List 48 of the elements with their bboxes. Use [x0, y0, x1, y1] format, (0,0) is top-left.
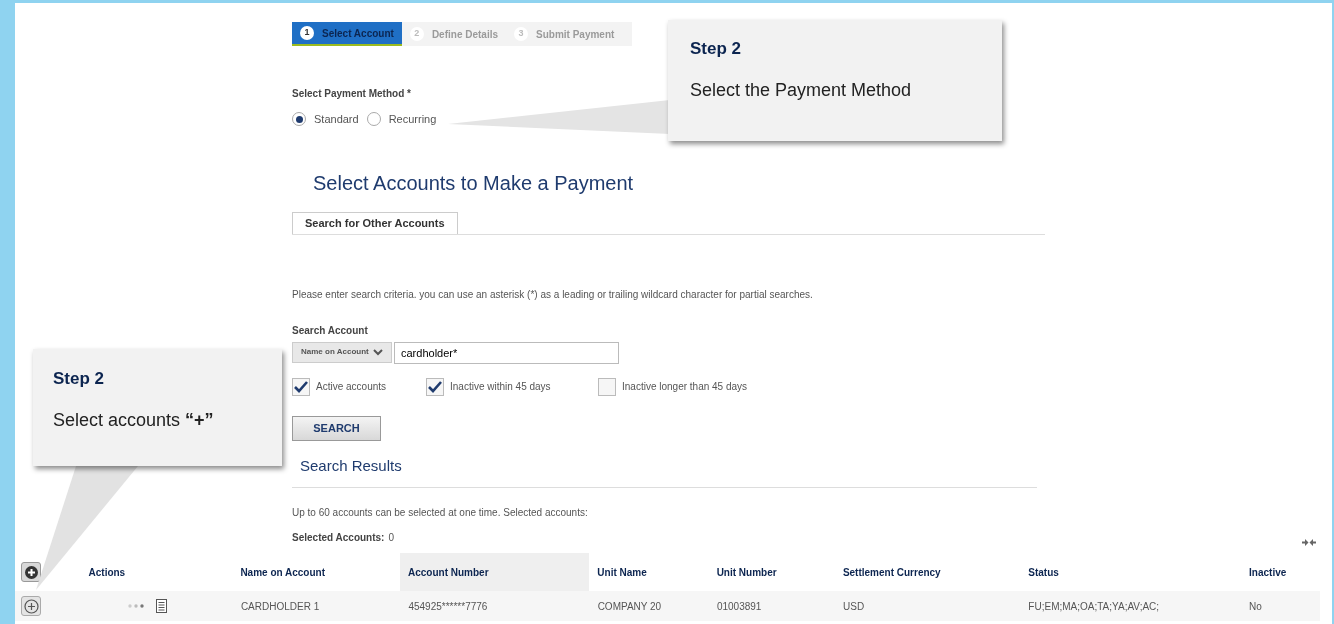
section-heading: Search Results	[292, 454, 1037, 488]
instructions-text: Please enter search criteria. you can use an asterisk (*) as a leading or trailing wildcard character for partial searches.	[292, 287, 813, 302]
column-header: Settlement Currency	[841, 565, 942, 580]
column-header: Unit Number	[715, 565, 778, 580]
table-cell-text: FU;EM;MA;OA;TA;YA;AV;AC;	[1027, 599, 1161, 614]
more-options-icon[interactable]	[127, 604, 144, 608]
document-icon[interactable]	[155, 599, 167, 613]
step-number: 1	[300, 26, 314, 40]
column-header: Inactive	[1248, 565, 1288, 580]
callout-title: Step 2	[53, 368, 106, 390]
column-header: Unit Name	[596, 565, 648, 580]
callout-text: Select accounts “+”	[53, 408, 215, 432]
column-header: Actions	[87, 565, 127, 580]
field-selector-dropdown[interactable]: Name on Account	[292, 341, 392, 363]
checkbox-label: Inactive within 45 days	[450, 380, 551, 394]
radio-label: Standard	[314, 112, 359, 127]
tab[interactable]: Search for Other Accounts	[292, 211, 458, 234]
table-cell-text: 01003891	[715, 599, 763, 614]
select-all-button[interactable]	[21, 562, 42, 582]
step-number: 3	[514, 27, 528, 41]
search-input-field[interactable]: cardholder*	[394, 341, 619, 364]
search-button[interactable]: SEARCH	[292, 415, 381, 441]
note-text: Up to 60 accounts can be selected at one time. Selected accounts:	[292, 506, 588, 520]
page-heading: Select Accounts to Make a Payment	[312, 170, 634, 196]
step-number: 2	[409, 27, 424, 41]
table-cell-text: CARDHOLDER 1	[239, 599, 321, 614]
table-cell-text: 454925******7776	[407, 599, 489, 614]
column-header: Name on Account	[239, 565, 326, 580]
field-label: Search Account	[292, 323, 368, 338]
table-cell-text: USD	[842, 599, 866, 614]
collapse-arrows-icon[interactable]	[1302, 539, 1316, 546]
field-label: Select Payment Method *	[292, 87, 411, 101]
plus-icon	[23, 598, 39, 614]
checkbox-label: Inactive longer than 45 days	[622, 380, 748, 394]
checkbox-label: Active accounts	[316, 380, 387, 394]
plus-icon	[24, 565, 38, 579]
chevron-down-icon	[373, 348, 383, 356]
add-row-button[interactable]	[21, 596, 42, 616]
selected-count: 0	[388, 531, 394, 545]
radio-label: Recurring	[388, 112, 437, 127]
callout-title: Step 2	[690, 38, 743, 60]
column-header: Status	[1027, 565, 1060, 580]
table-cell-text: COMPANY 20	[596, 599, 663, 614]
table-cell-text: No	[1248, 599, 1263, 614]
selected-count-label: Selected Accounts:	[292, 531, 385, 545]
column-header: Account Number	[400, 553, 590, 591]
step-tab[interactable]: 1 Select Account	[292, 22, 402, 46]
callout-text: Select the Payment Method	[690, 78, 913, 102]
